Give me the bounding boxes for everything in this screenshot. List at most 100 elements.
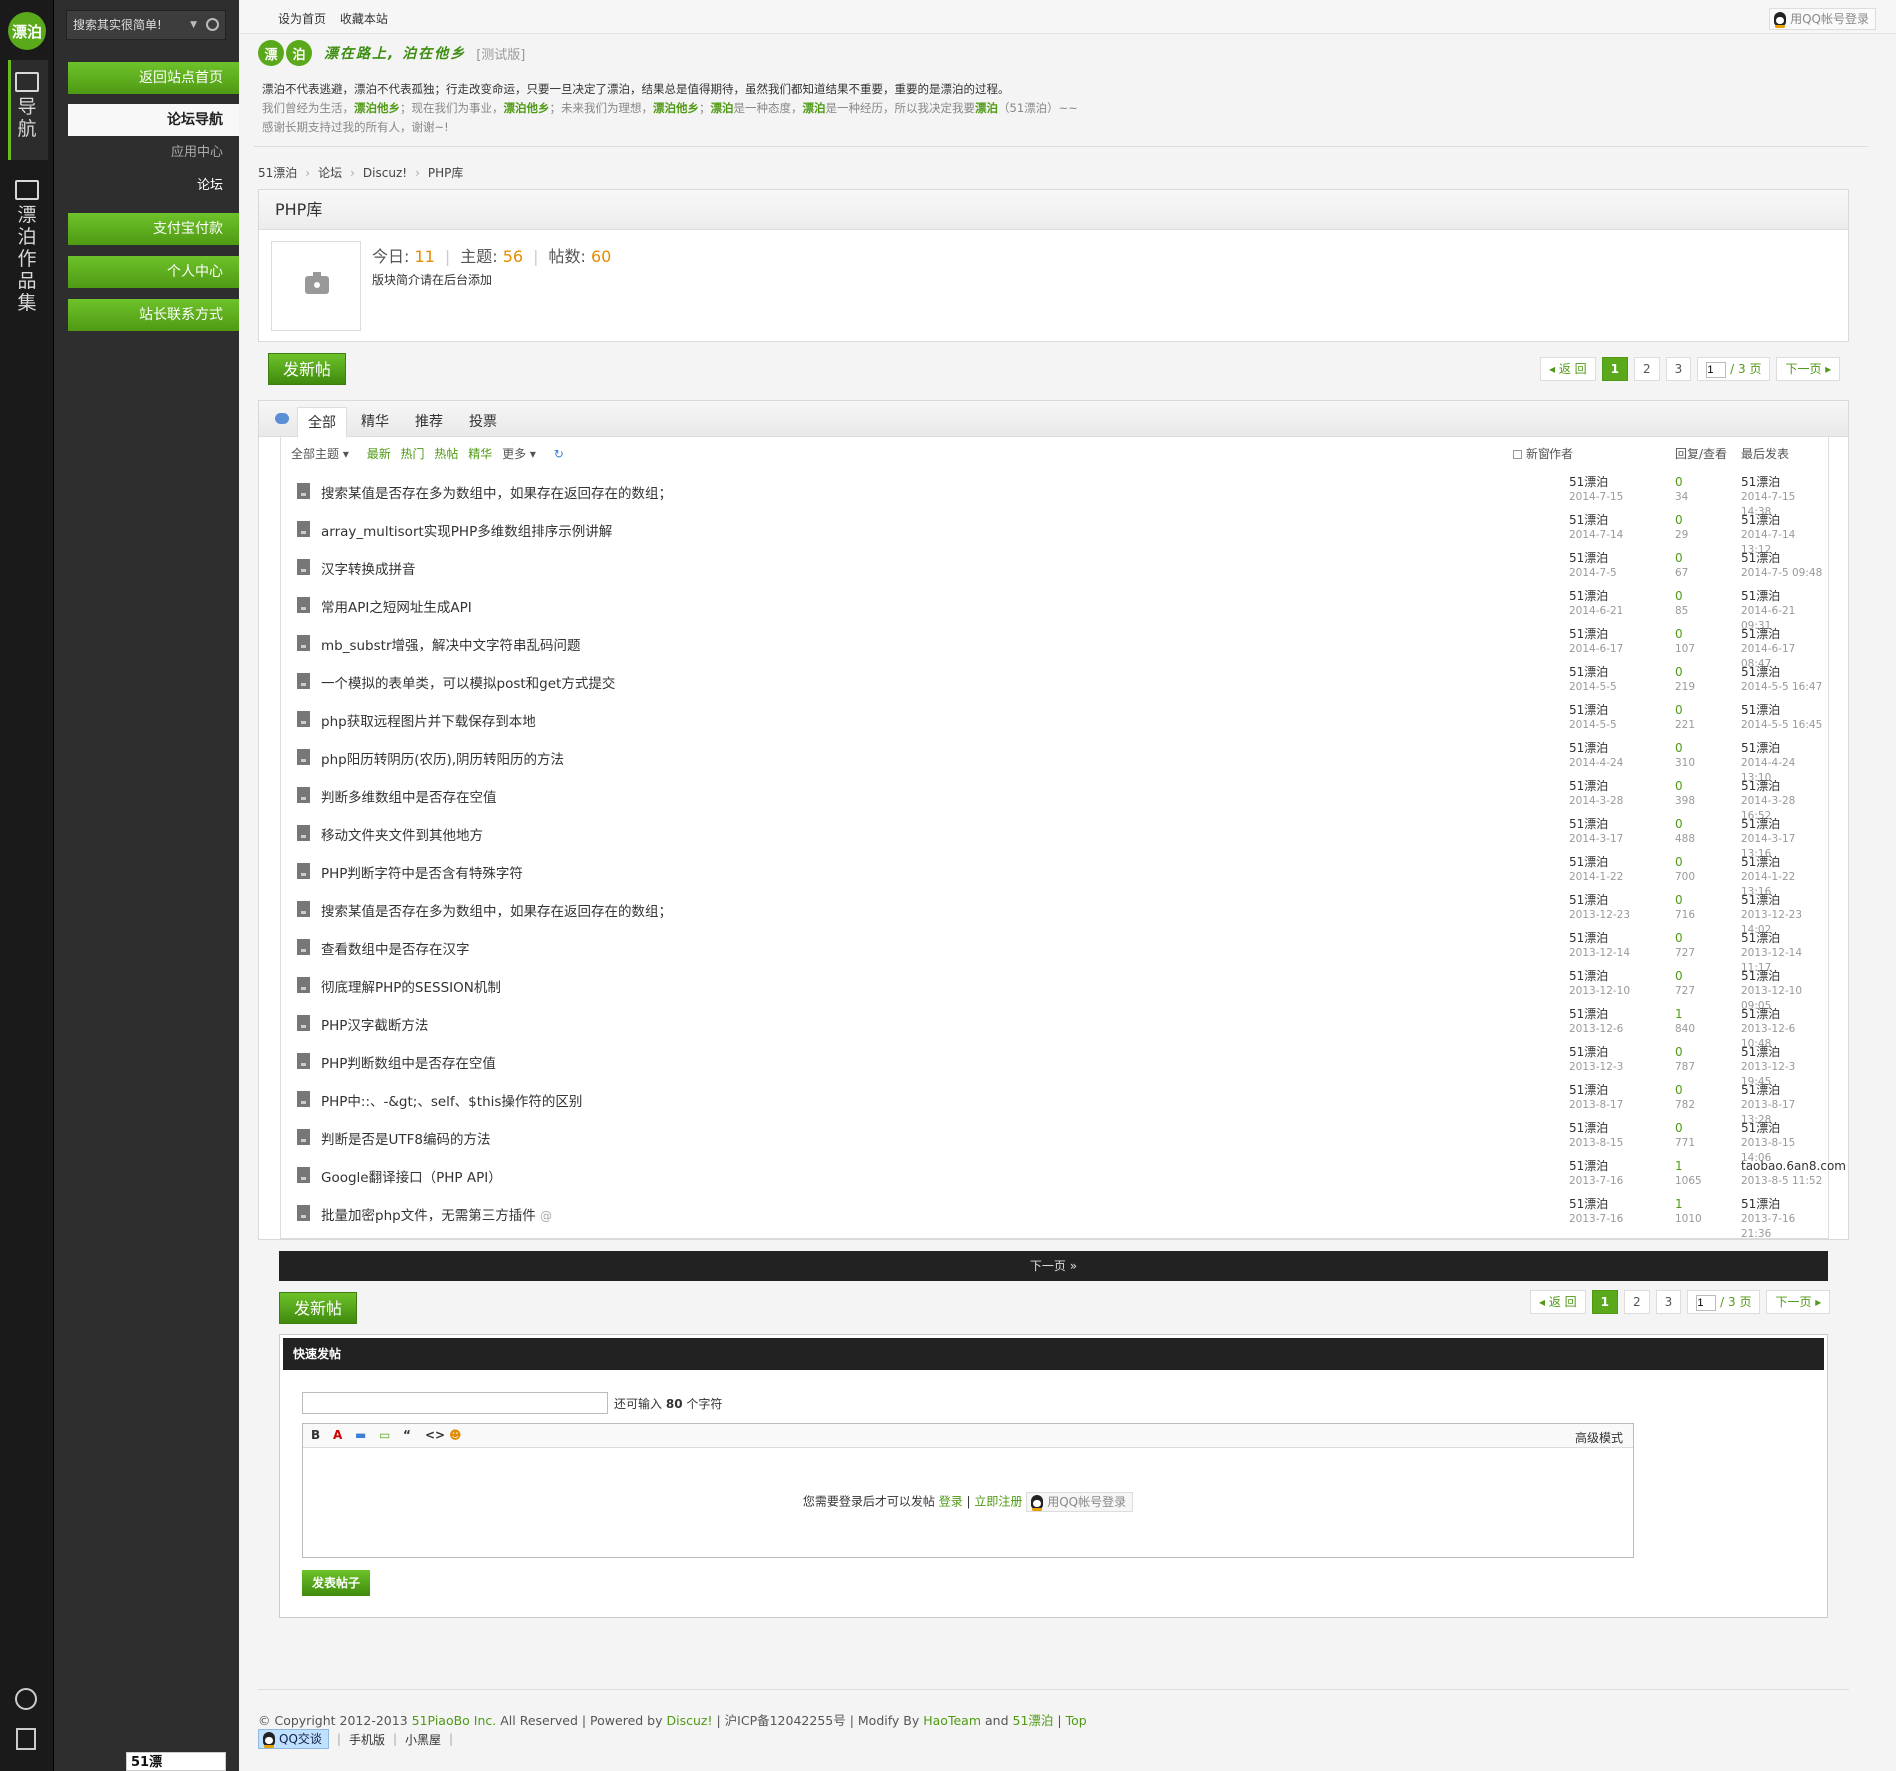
filter-digest[interactable]: 精华 (468, 447, 492, 461)
thread-title[interactable]: 查看数组中是否存在汉字 (321, 938, 470, 958)
next-page-bar[interactable]: 下一页 » (279, 1251, 1828, 1281)
works-label-5[interactable]: 集 (0, 292, 54, 314)
thread-title[interactable]: PHP判断数组中是否存在空值 (321, 1052, 496, 1072)
qq-talk-button[interactable]: QQ交谈 (258, 1729, 329, 1749)
page-jump-input[interactable] (1706, 362, 1727, 378)
thread-title[interactable]: mb_substr增强，解决中文字符串乱码问题 (321, 634, 581, 654)
search-round-icon[interactable] (15, 1688, 37, 1710)
thread-row[interactable]: PHP判断字符中是否含有特殊字符 51漂泊 2014-1-22 0 700 51漂泊 201… (281, 853, 1828, 898)
thread-author[interactable]: 51漂泊 2013-7-16 (1569, 1197, 1623, 1227)
thread-author[interactable]: 51漂泊 2013-12-10 (1569, 969, 1630, 999)
site-link[interactable]: 51漂泊 (1013, 1713, 1054, 1728)
thread-row[interactable]: 常用API之短网址生成API 51漂泊 2014-6-21 0 85 51漂泊 2014-6… (281, 587, 1828, 632)
news-icon[interactable] (15, 180, 39, 200)
quote-icon[interactable]: “ (403, 1428, 411, 1442)
menu-app-center[interactable]: 应用中心 (68, 141, 239, 165)
new-thread-button[interactable]: 发新帖 (268, 353, 347, 385)
thread-author[interactable]: 51漂泊 2014-5-5 (1569, 665, 1617, 695)
filter-more[interactable]: 更多 ▾ (502, 447, 536, 461)
qq-login-button[interactable]: 用QQ帐号登录 (1769, 8, 1876, 30)
advanced-mode-link[interactable]: 高级模式 (1575, 1429, 1623, 1446)
thread-author[interactable]: 51漂泊 2013-8-17 (1569, 1083, 1623, 1113)
thread-title[interactable]: php阳历转阴历(农历),阴历转阳历的方法 (321, 748, 564, 768)
menu-contact[interactable]: 站长联系方式 (68, 299, 239, 331)
thread-author[interactable]: 51漂泊 2013-8-15 (1569, 1121, 1623, 1151)
thread-row[interactable]: 判断多维数组中是否存在空值 51漂泊 2014-3-28 0 398 51漂泊 2014-3… (281, 777, 1828, 822)
works-label-2[interactable]: 泊 (0, 226, 54, 248)
pager-back[interactable]: ◂ 返 回 (1530, 1290, 1586, 1314)
image-icon[interactable]: ▬ (355, 1428, 366, 1442)
thread-author[interactable]: 51漂泊 2014-6-21 (1569, 589, 1623, 619)
tab-recommend[interactable]: 推荐 (405, 407, 453, 438)
thread-title[interactable]: PHP汉字截断方法 (321, 1014, 428, 1034)
thread-row[interactable]: PHP中::、-&gt;、self、$this操作符的区别 51漂泊 2013-8-… (281, 1081, 1828, 1126)
filter-latest[interactable]: 最新 (367, 447, 391, 461)
pager-page-1[interactable]: 1 (1601, 357, 1629, 381)
thread-row[interactable]: 搜索某值是否存在多为数组中，如果存在返回存在的数组； 51漂泊 2013-12-23… (281, 891, 1828, 936)
bold-icon[interactable]: B (311, 1428, 320, 1442)
brand-logo[interactable]: 漂 泊 漂在路上, 泊在他乡 [测试版] (258, 40, 525, 66)
link-icon[interactable]: ▭ (379, 1428, 390, 1442)
thread-title[interactable]: 一个模拟的表单类，可以模拟post和get方式提交 (321, 672, 615, 692)
thread-title[interactable]: PHP判断字符中是否含有特殊字符 (321, 862, 523, 882)
thread-title[interactable]: 搜索某值是否存在多为数组中，如果存在返回存在的数组； (321, 482, 672, 502)
thread-last-post[interactable]: 51漂泊 2014-5-5 16:47 (1741, 665, 1822, 695)
checkbox-icon[interactable] (1513, 450, 1522, 459)
thread-row[interactable]: 一个模拟的表单类，可以模拟post和get方式提交 51漂泊 2014-5-5 0 21… (281, 663, 1828, 701)
tab-all[interactable]: 全部 (297, 407, 347, 438)
bookmark-link[interactable]: 收藏本站 (340, 12, 388, 26)
thread-author[interactable]: 51漂泊 2014-7-15 (1569, 475, 1623, 505)
pager-page-2[interactable]: 2 (1634, 357, 1660, 381)
pager-page-2[interactable]: 2 (1624, 1290, 1650, 1314)
thread-row[interactable]: 判断是否是UTF8编码的方法 51漂泊 2013-8-15 0 771 51漂泊 2013-… (281, 1119, 1828, 1164)
filter-hot-posts[interactable]: 热帖 (434, 447, 458, 461)
pager-page-3[interactable]: 3 (1655, 1290, 1682, 1314)
breadcrumb-item[interactable]: 论坛 (318, 166, 342, 180)
chevron-down-icon[interactable]: ▼ (190, 11, 197, 39)
tab-poll[interactable]: 投票 (459, 407, 507, 438)
submit-post-button[interactable]: 发表帖子 (302, 1570, 371, 1596)
set-home-link[interactable]: 设为首页 (278, 12, 326, 26)
thread-row[interactable]: mb_substr增强，解决中文字符串乱码问题 51漂泊 2014-6-17 0 107… (281, 625, 1828, 670)
tab-digest[interactable]: 精华 (351, 407, 399, 438)
thread-title[interactable]: php获取远程图片并下载保存到本地 (321, 710, 536, 730)
thread-last-post[interactable]: 51漂泊 2013-7-16 21:36 (1741, 1197, 1828, 1242)
thread-row[interactable]: 移动文件夹文件到其他地方 51漂泊 2014-3-17 0 488 51漂泊 2014-3-… (281, 815, 1828, 860)
works-label-1[interactable]: 漂 (0, 204, 54, 226)
discuz-link[interactable]: Discuz! (667, 1713, 713, 1728)
smiley-icon[interactable]: ☻ (449, 1428, 462, 1442)
thread-row[interactable]: php获取远程图片并下载保存到本地 51漂泊 2014-5-5 0 221 51漂泊 201… (281, 701, 1828, 739)
menu-user-center[interactable]: 个人中心 (68, 256, 239, 288)
thread-title[interactable]: 判断是否是UTF8编码的方法 (321, 1128, 490, 1148)
register-link[interactable]: 立即注册 (974, 1495, 1022, 1509)
pager-page-3[interactable]: 3 (1665, 357, 1692, 381)
subject-input[interactable] (302, 1392, 608, 1414)
thread-row[interactable]: array_multisort实现PHP多维数组排序示例讲解 51漂泊 2014-7… (281, 511, 1828, 556)
menu-forum[interactable]: 论坛 (68, 174, 239, 198)
thread-row[interactable]: 批量加密php文件，无需第三方插件 @ 51漂泊 2013-7-16 1 1010 51漂… (281, 1195, 1828, 1240)
page-jump-input[interactable] (1696, 1295, 1717, 1311)
pager-back[interactable]: ◂ 返 回 (1540, 357, 1596, 381)
pager-next[interactable]: 下一页 ▸ (1766, 1290, 1831, 1314)
thread-row[interactable]: php阳历转阴历(农历),阴历转阳历的方法 51漂泊 2014-4-24 0 310 51… (281, 739, 1828, 784)
thread-row[interactable]: PHP汉字截断方法 51漂泊 2013-12-6 1 840 51漂泊 2013-12-6 … (281, 1005, 1828, 1050)
font-color-icon[interactable]: A (333, 1428, 342, 1442)
post-editor[interactable]: B A ▬ ▭ “ <> ☻ 高级模式 您需要登录后才可以发帖 登录 | 立即注… (302, 1423, 1634, 1558)
thread-row[interactable]: 汉字转换成拼音 51漂泊 2014-7-5 0 67 51漂泊 2014-7-5 09:48 (281, 549, 1828, 587)
thread-row[interactable]: 彻底理解PHP的SESSION机制 51漂泊 2013-12-10 0 727 51漂泊 2… (281, 967, 1828, 1012)
search-input[interactable]: 搜索其实很简单! ▼ (66, 10, 226, 40)
thread-title[interactable]: Google翻译接口（PHP API） (321, 1166, 502, 1186)
top-link[interactable]: Top (1066, 1713, 1087, 1728)
menu-home[interactable]: 返回站点首页 (68, 62, 239, 94)
thread-last-post[interactable]: 51漂泊 2014-7-5 09:48 (1741, 551, 1822, 581)
thread-author[interactable]: 51漂泊 2014-5-5 (1569, 703, 1617, 733)
thread-title[interactable]: 彻底理解PHP的SESSION机制 (321, 976, 501, 996)
thread-row[interactable]: 搜索某值是否存在多为数组中，如果存在返回存在的数组； 51漂泊 2014-7-15 0… (281, 473, 1828, 518)
thread-title[interactable]: PHP中::、-&gt;、self、$this操作符的区别 (321, 1090, 582, 1110)
thread-author[interactable]: 51漂泊 2014-1-22 (1569, 855, 1623, 885)
menu-alipay[interactable]: 支付宝付款 (68, 213, 239, 245)
site-logo-icon[interactable]: 漂泊 (8, 12, 46, 50)
thread-author[interactable]: 51漂泊 2013-12-14 (1569, 931, 1630, 961)
thread-last-post[interactable]: 51漂泊 2014-5-5 16:45 (1741, 703, 1822, 733)
thread-author[interactable]: 51漂泊 2014-4-24 (1569, 741, 1623, 771)
